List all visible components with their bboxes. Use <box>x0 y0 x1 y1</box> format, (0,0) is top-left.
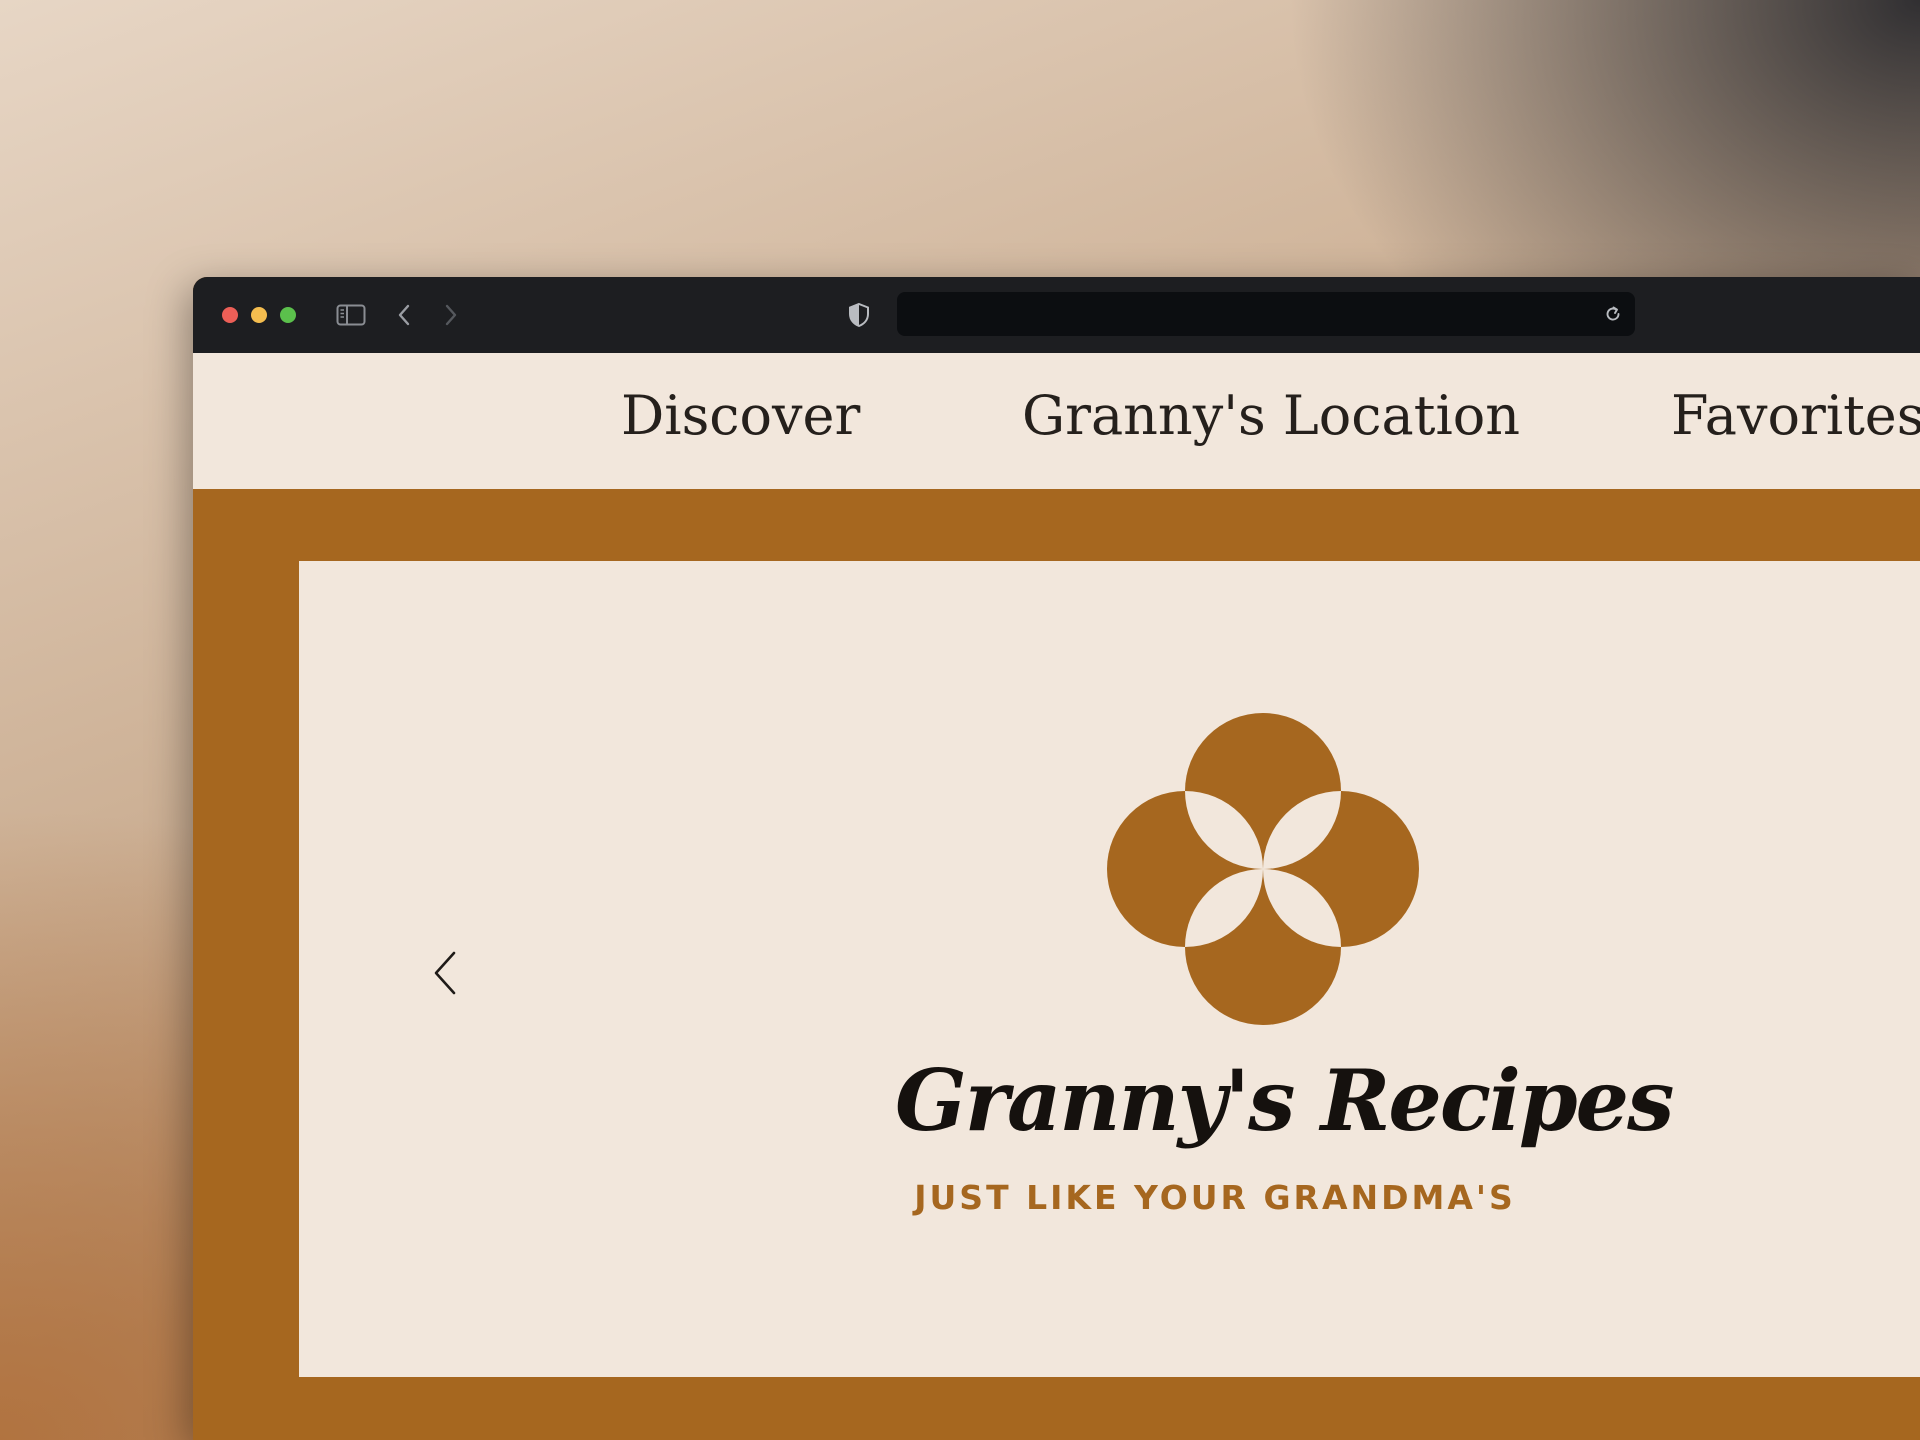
nav-link-discover[interactable]: Discover <box>621 353 860 489</box>
forward-chevron-icon[interactable] <box>437 299 465 331</box>
carousel-prev-chevron-icon[interactable] <box>425 943 465 1003</box>
nav-link-favorites[interactable]: Favorites <box>1671 353 1920 489</box>
brand-tagline: JUST LIKE YOUR GRANDMA'S <box>914 1178 1516 1217</box>
back-chevron-icon[interactable] <box>390 299 418 331</box>
hero-carousel-card: Granny's Recipes JUST LIKE YOUR GRANDMA'… <box>299 561 1920 1377</box>
nav-link-grannys-location[interactable]: Granny's Location <box>1022 353 1520 489</box>
privacy-shield-icon[interactable] <box>845 299 873 331</box>
four-petal-flower-icon <box>1105 711 1421 1032</box>
close-window-button[interactable] <box>222 307 238 323</box>
reload-icon[interactable] <box>1601 302 1625 326</box>
minimize-window-button[interactable] <box>251 307 267 323</box>
browser-titlebar <box>193 277 1920 353</box>
browser-window: Discover Granny's Location Favorites Gra… <box>193 277 1920 1440</box>
site-nav: Discover Granny's Location Favorites <box>193 353 1920 489</box>
address-bar[interactable] <box>897 292 1635 336</box>
zoom-window-button[interactable] <box>280 307 296 323</box>
sidebar-toggle-icon[interactable] <box>333 299 369 331</box>
brand-title: Granny's Recipes <box>895 1051 1674 1150</box>
